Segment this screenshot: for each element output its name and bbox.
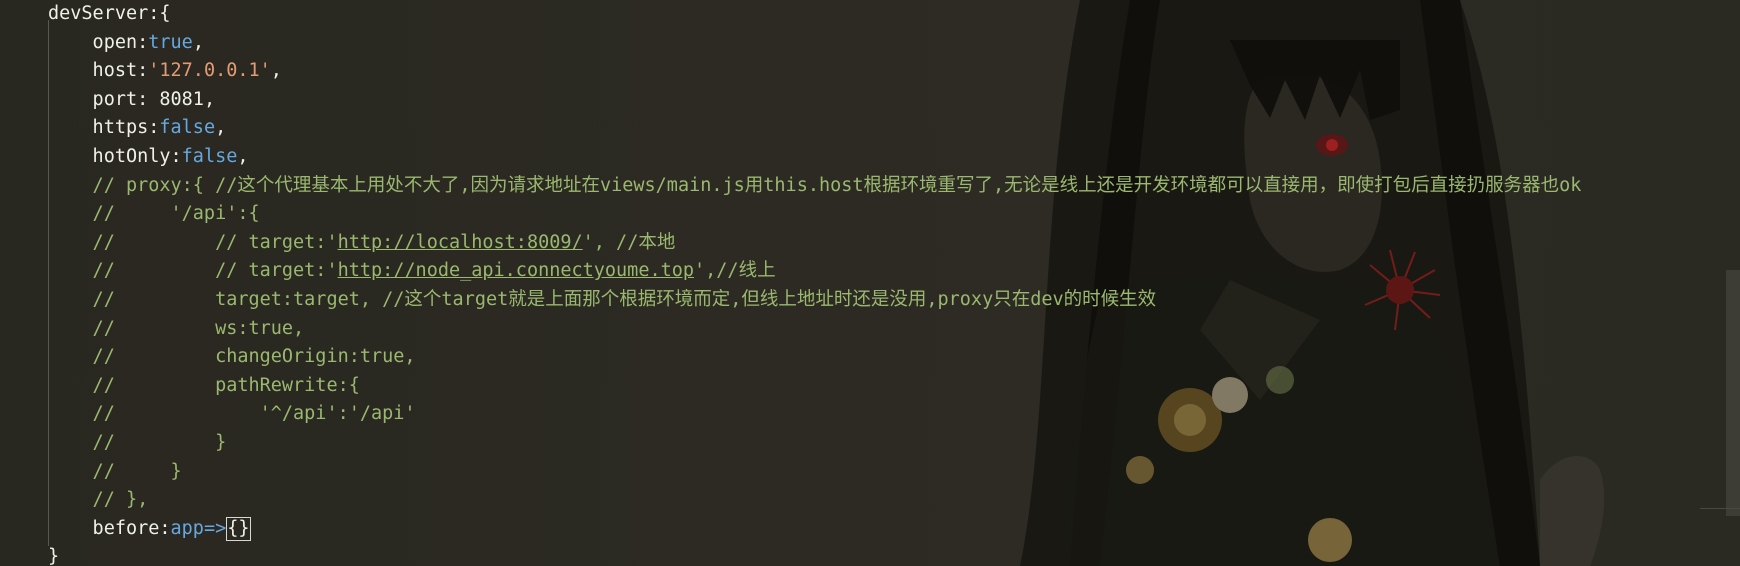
code-line[interactable]: // '/api':{ — [0, 200, 1720, 229]
code-token: https — [48, 117, 149, 139]
code-line[interactable]: hotOnly:false, — [0, 143, 1720, 172]
code-token: hotOnly — [48, 145, 171, 167]
code-line[interactable]: // ws:true, — [0, 315, 1720, 344]
code-token: 8081 — [159, 88, 204, 110]
code-token: // // target:' — [48, 231, 338, 253]
code-token: http://node_api.connectyoume.top — [337, 260, 695, 282]
code-token: // } — [48, 431, 227, 453]
code-token: , — [203, 88, 216, 110]
code-token: : — [137, 88, 160, 110]
code-line[interactable]: https:false, — [0, 114, 1720, 143]
code-line[interactable]: // // target:'http://localhost:8009/', /… — [0, 229, 1720, 258]
code-token: // pathRewrite:{ — [48, 374, 360, 396]
code-token: : — [137, 60, 149, 82]
code-token: , — [192, 31, 204, 53]
code-token: // // target:' — [48, 260, 338, 282]
code-token: // '^/api':'/api' — [48, 403, 416, 425]
divider — [1700, 508, 1740, 509]
code-token: , — [215, 117, 227, 139]
code-line[interactable]: // }, — [0, 486, 1720, 515]
code-line[interactable]: port: 8081, — [0, 86, 1720, 115]
code-token: open — [48, 31, 138, 53]
code-token: true — [148, 31, 193, 53]
code-token: // } — [48, 460, 182, 482]
code-token: app — [170, 517, 204, 539]
code-token: devServer — [48, 3, 149, 24]
code-token: // }, — [48, 489, 149, 511]
code-token: false — [181, 145, 238, 167]
code-token: // target:target, //这个target就是上面那个根据环境而定… — [48, 288, 1157, 310]
scrollbar[interactable] — [1726, 270, 1740, 516]
code-token: , — [237, 145, 249, 167]
code-token: // changeOrigin:true, — [48, 346, 416, 368]
code-token: , — [270, 60, 282, 82]
code-line[interactable]: // target:target, //这个target就是上面那个根据环境而定… — [0, 286, 1720, 315]
code-token: port — [48, 88, 138, 110]
code-token: ', //本地 — [582, 231, 676, 253]
code-token: '127.0.0.1' — [148, 60, 271, 82]
code-token: : — [137, 31, 149, 53]
code-token: : — [170, 145, 182, 167]
code-line[interactable]: open:true, — [0, 29, 1720, 58]
code-token: => — [203, 517, 227, 539]
code-line[interactable]: host:'127.0.0.1', — [0, 57, 1720, 86]
code-token: {} — [226, 516, 251, 541]
code-token: false — [159, 117, 216, 139]
code-token: // '/api':{ — [48, 203, 260, 225]
code-token: } — [48, 546, 60, 566]
code-token: : — [159, 517, 171, 539]
code-line[interactable]: // } — [0, 458, 1720, 487]
code-token: before — [48, 517, 160, 539]
code-line[interactable]: devServer:{ — [0, 0, 1720, 29]
code-line[interactable]: // proxy:{ //这个代理基本上用处不大了,因为请求地址在views/m… — [0, 172, 1720, 201]
code-token: host — [48, 60, 138, 82]
code-line[interactable]: // } — [0, 429, 1720, 458]
code-line[interactable]: before:app=>{} — [0, 515, 1720, 544]
code-token: http://localhost:8009/ — [337, 231, 583, 253]
code-token: : — [148, 117, 160, 139]
code-line[interactable]: } — [0, 543, 1720, 566]
code-line[interactable]: // // target:'http://node_api.connectyou… — [0, 257, 1720, 286]
code-line[interactable]: // pathRewrite:{ — [0, 372, 1720, 401]
code-token: ',//线上 — [694, 260, 776, 282]
code-token: // proxy:{ //这个代理基本上用处不大了,因为请求地址在views/m… — [48, 174, 1582, 196]
code-line[interactable]: // changeOrigin:true, — [0, 343, 1720, 372]
code-token: // ws:true, — [48, 317, 305, 339]
code-editor[interactable]: devServer:{ open:true, host:'127.0.0.1',… — [0, 0, 1740, 566]
code-line[interactable]: // '^/api':'/api' — [0, 400, 1720, 429]
code-lines[interactable]: devServer:{ open:true, host:'127.0.0.1',… — [0, 0, 1720, 566]
code-token: :{ — [148, 3, 171, 24]
